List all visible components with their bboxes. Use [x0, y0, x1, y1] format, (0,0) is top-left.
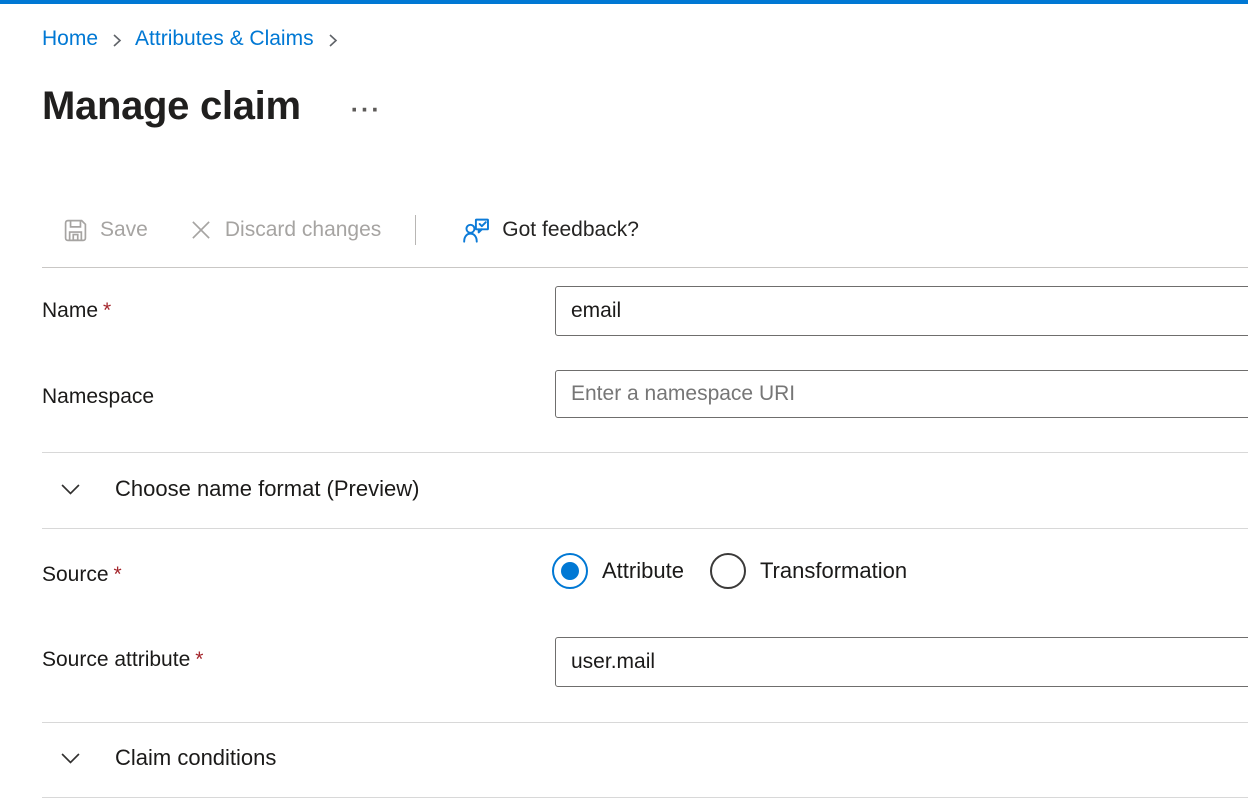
chevron-right-icon — [107, 31, 126, 50]
radio-attribute[interactable]: Attribute — [552, 553, 684, 589]
section-claim-conditions[interactable]: Claim conditions — [42, 735, 1248, 781]
discard-label: Discard changes — [225, 218, 381, 242]
command-bar: Save Discard changes Got feedback? — [42, 206, 659, 254]
radio-circle — [552, 553, 588, 589]
page-header: Manage claim ··· — [42, 84, 382, 129]
divider — [42, 267, 1248, 268]
name-label: Name* — [42, 299, 111, 323]
source-radio-group: Attribute Transformation — [552, 553, 907, 589]
source-attribute-label-text: Source attribute — [42, 648, 190, 671]
source-attribute-input[interactable] — [555, 637, 1248, 687]
divider — [42, 528, 1248, 529]
feedback-label: Got feedback? — [502, 218, 639, 242]
radio-circle — [710, 553, 746, 589]
name-input[interactable] — [555, 286, 1248, 336]
radio-label: Attribute — [602, 558, 684, 584]
required-asterisk: * — [114, 563, 122, 586]
source-label: Source* — [42, 563, 122, 587]
more-menu-button[interactable]: ··· — [351, 98, 382, 123]
chevron-right-icon — [323, 31, 342, 50]
page-title: Manage claim — [42, 84, 301, 129]
save-icon — [62, 217, 89, 244]
discard-changes-button[interactable]: Discard changes — [168, 206, 401, 254]
got-feedback-button[interactable]: Got feedback? — [442, 206, 659, 254]
section-choose-name-format[interactable]: Choose name format (Preview) — [42, 466, 1248, 512]
breadcrumb-home[interactable]: Home — [42, 27, 98, 51]
dismiss-icon — [188, 217, 214, 243]
source-attribute-label: Source attribute* — [42, 648, 203, 672]
save-button[interactable]: Save — [42, 206, 168, 254]
name-label-text: Name — [42, 299, 98, 322]
save-label: Save — [100, 218, 148, 242]
namespace-label: Namespace — [42, 385, 154, 409]
divider — [42, 797, 1248, 798]
required-asterisk: * — [195, 648, 203, 671]
source-label-text: Source — [42, 563, 109, 586]
radio-label: Transformation — [760, 558, 907, 584]
breadcrumb-attributes-claims[interactable]: Attributes & Claims — [135, 27, 314, 51]
section-label: Choose name format (Preview) — [115, 476, 419, 502]
divider — [42, 452, 1248, 453]
section-label: Claim conditions — [115, 745, 276, 771]
breadcrumb: Home Attributes & Claims — [42, 27, 342, 51]
namespace-label-text: Namespace — [42, 385, 154, 408]
toolbar-divider — [415, 215, 416, 245]
radio-transformation[interactable]: Transformation — [710, 553, 907, 589]
divider — [42, 722, 1248, 723]
chevron-down-icon — [57, 476, 84, 503]
feedback-icon — [462, 216, 491, 245]
namespace-input[interactable] — [555, 370, 1248, 418]
chevron-down-icon — [57, 745, 84, 772]
required-asterisk: * — [103, 299, 111, 322]
top-accent-bar — [0, 0, 1248, 4]
